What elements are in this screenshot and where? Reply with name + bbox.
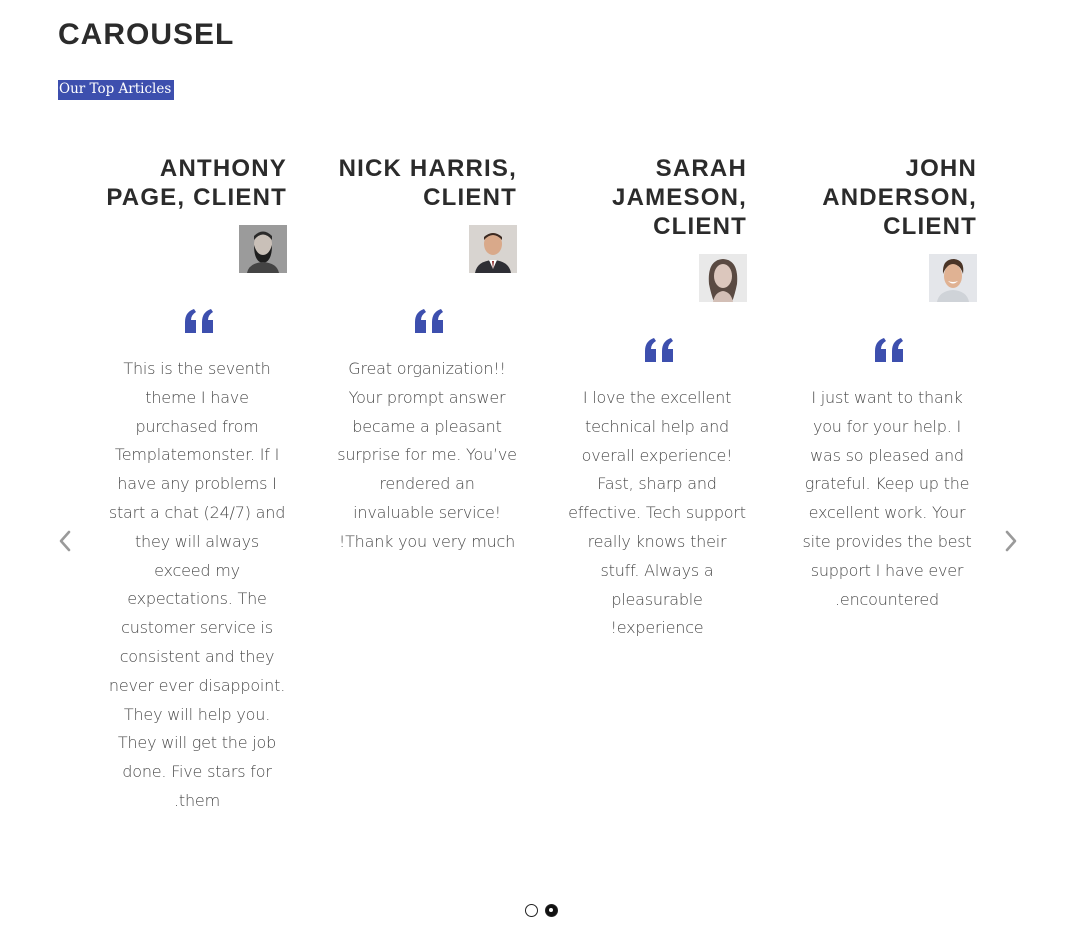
client-name: JOHN ANDERSON, CLIENT (822, 155, 977, 240)
page-title: CAROUSEL (58, 18, 235, 51)
testimonial-carousel: ANTHONY PAGE, CLIENT This is the seventh… (0, 140, 1080, 930)
quote-icon (873, 336, 907, 364)
client-name: SARAH JAMESON, CLIENT (612, 155, 747, 240)
quote-icon (643, 336, 677, 364)
quote-icon (183, 307, 217, 335)
subtitle-badge: Our Top Articles (58, 80, 175, 100)
carousel-pagination (0, 904, 1080, 917)
testimonial-slide: ANTHONY PAGE, CLIENT This is the seventh… (87, 154, 287, 816)
testimonial-text: I just want to thank you for your help. … (802, 388, 972, 609)
avatar (469, 225, 517, 273)
testimonial-slide: NICK HARRIS, CLIENT Great organization!!… (317, 154, 517, 557)
carousel-next-button[interactable] (1000, 526, 1022, 556)
testimonial-text: Great organization!! Your prompt answer … (337, 359, 517, 551)
quote-icon (413, 307, 447, 335)
pagination-dot-active[interactable] (545, 904, 558, 917)
pagination-dot[interactable] (525, 904, 538, 917)
testimonial-slide: JOHN ANDERSON, CLIENT I just want to tha… (777, 154, 977, 614)
chevron-right-icon (1005, 530, 1017, 552)
carousel-prev-button[interactable] (54, 526, 76, 556)
client-name: NICK HARRIS, CLIENT (338, 155, 517, 211)
avatar (929, 254, 977, 302)
avatar (699, 254, 747, 302)
avatar (239, 225, 287, 273)
chevron-left-icon (59, 530, 71, 552)
testimonial-slide: SARAH JAMESON, CLIENT I love the excelle… (547, 154, 747, 643)
testimonial-text: I love the excellent technical help and … (568, 388, 746, 638)
client-name: ANTHONY PAGE, CLIENT (106, 155, 287, 211)
testimonial-text: This is the seventh theme I have purchas… (108, 359, 286, 810)
